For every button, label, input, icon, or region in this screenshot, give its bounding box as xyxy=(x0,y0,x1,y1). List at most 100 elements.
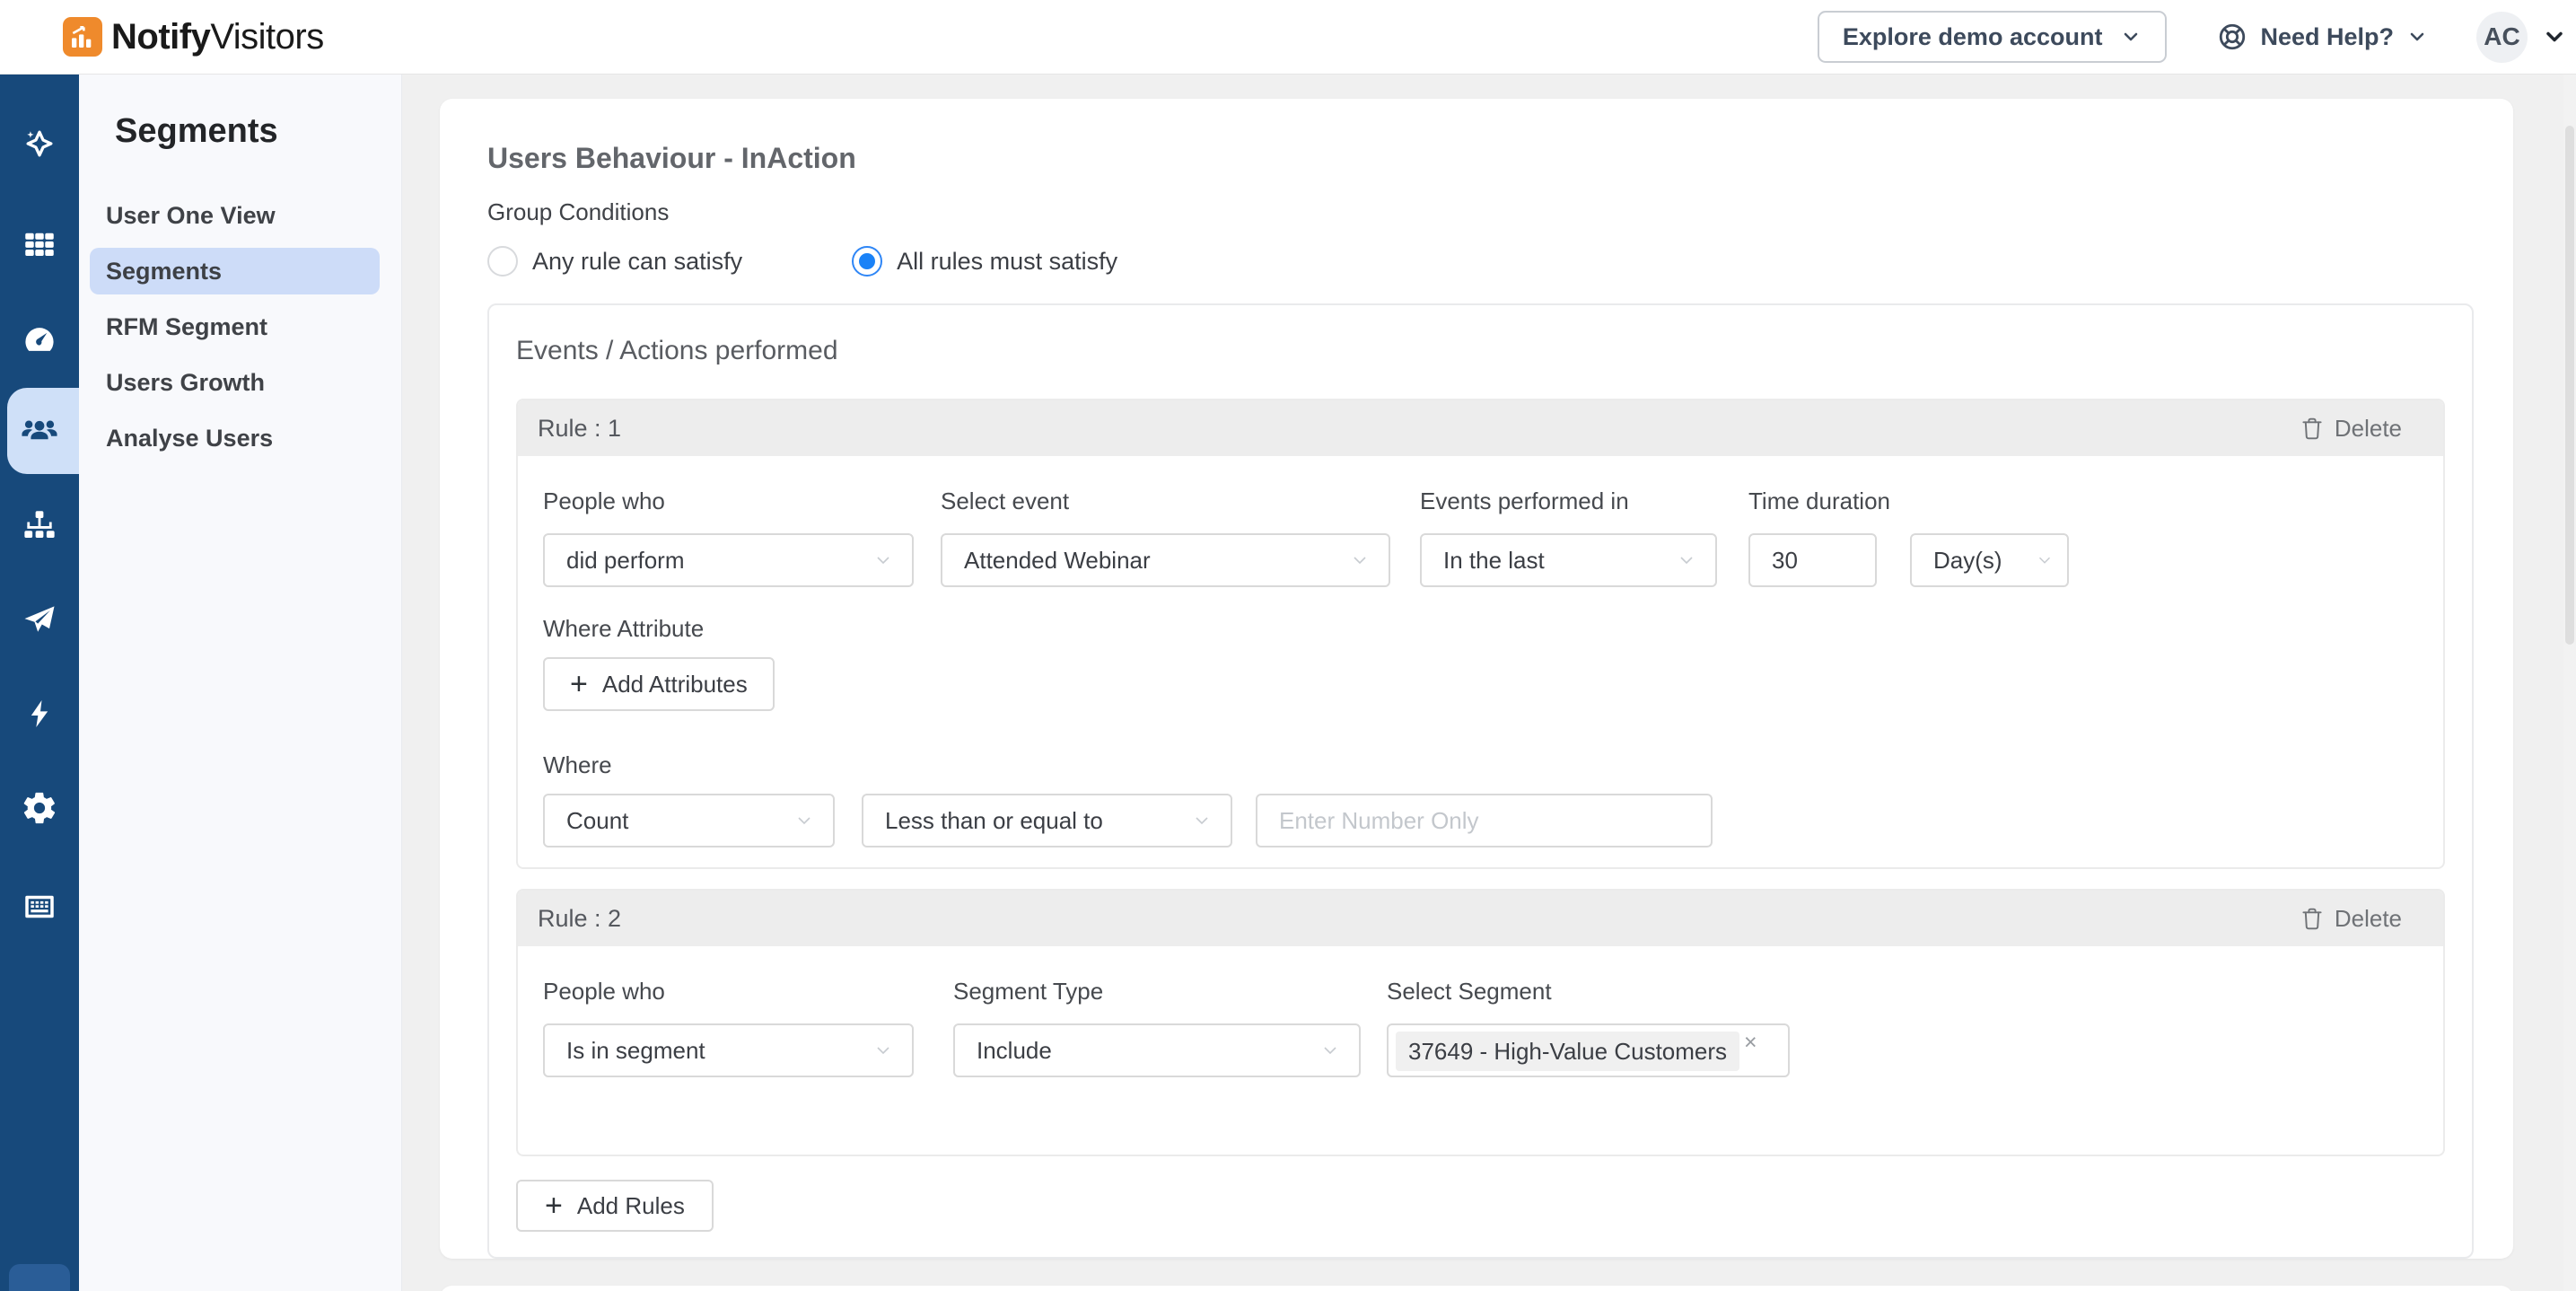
select-event-label: Select event xyxy=(941,487,1390,515)
rule-1-title: Rule : 1 xyxy=(538,415,621,443)
events-performed-in-value: In the last xyxy=(1443,547,1676,575)
events-performed-in-label: Events performed in xyxy=(1420,487,1717,515)
rail-item-billing[interactable] xyxy=(0,882,79,932)
rail-item-campaigns[interactable] xyxy=(0,594,79,645)
rail-item-audience[interactable] xyxy=(0,406,79,456)
rule-2-box: Rule : 2 Delete People who xyxy=(516,889,2445,1156)
rail-item-dashboard[interactable] xyxy=(0,314,79,364)
rule-2-delete-button[interactable]: Delete xyxy=(2301,905,2402,933)
segment-type-label: Segment Type xyxy=(953,977,1361,1006)
chevron-down-icon xyxy=(872,1040,894,1061)
time-unit-select[interactable]: Day(s) xyxy=(1910,533,2069,587)
select-event-select[interactable]: Attended Webinar xyxy=(941,533,1390,587)
tag-remove-icon[interactable]: × xyxy=(1744,1032,1757,1054)
sidebar-item-analyse-users[interactable]: Analyse Users xyxy=(90,415,380,461)
topbar-actions: Explore demo account Need Help? AC xyxy=(1818,11,2567,63)
rail-item-automation[interactable] xyxy=(0,689,79,739)
where-metric-select[interactable]: Count xyxy=(543,794,835,847)
chevron-down-icon xyxy=(1349,549,1371,571)
grid-icon xyxy=(21,225,58,263)
chevron-down-icon xyxy=(2035,550,2055,570)
paper-plane-icon xyxy=(20,600,59,639)
time-duration-label: Time duration xyxy=(1748,487,1890,515)
sidebar-item-segments[interactable]: Segments xyxy=(90,248,380,294)
account-chevron-icon[interactable] xyxy=(2542,24,2567,49)
add-rules-label: Add Rules xyxy=(577,1192,685,1220)
add-rules-button[interactable]: + Add Rules xyxy=(516,1180,714,1232)
rail-item-settings[interactable] xyxy=(0,783,79,833)
explore-demo-account-label: Explore demo account xyxy=(1843,23,2103,51)
rule-2-delete-label: Delete xyxy=(2335,905,2402,933)
trash-icon xyxy=(2301,907,2323,931)
where-operator-select[interactable]: Less than or equal to xyxy=(862,794,1232,847)
time-duration-input[interactable] xyxy=(1748,533,1877,587)
segment-type-select[interactable]: Include xyxy=(953,1023,1361,1077)
brand-name-light: Visitors xyxy=(210,17,323,57)
rule-1-delete-button[interactable]: Delete xyxy=(2301,415,2402,443)
rail-item-apps[interactable] xyxy=(0,219,79,269)
where-label: Where xyxy=(543,751,2416,779)
topbar: NotifyVisitors Explore demo account Need… xyxy=(0,0,2576,75)
time-unit-label xyxy=(1910,487,2069,515)
segment-people-who-select[interactable]: Is in segment xyxy=(543,1023,914,1077)
people-who-label: People who xyxy=(543,487,914,515)
segment-editor-card: Users Behaviour - InAction Group Conditi… xyxy=(440,99,2513,1259)
rule-2-title: Rule : 2 xyxy=(538,905,621,933)
add-attributes-button[interactable]: + Add Attributes xyxy=(543,657,775,711)
radio-any-rule-label: Any rule can satisfy xyxy=(532,248,742,276)
plus-icon: + xyxy=(570,669,588,699)
chevron-down-icon xyxy=(872,549,894,571)
explore-demo-account-button[interactable]: Explore demo account xyxy=(1818,11,2168,63)
rail-item-funnels[interactable] xyxy=(0,500,79,550)
sidebar-item-users-growth[interactable]: Users Growth xyxy=(90,359,380,406)
radio-all-rules[interactable]: All rules must satisfy xyxy=(852,246,1117,277)
radio-all-rules-control[interactable] xyxy=(852,246,882,277)
brand-name-bold: Notify xyxy=(111,17,210,57)
group-conditions-label: Group Conditions xyxy=(487,198,2474,226)
brand-logo[interactable]: NotifyVisitors xyxy=(63,17,324,57)
need-help-label: Need Help? xyxy=(2260,23,2394,51)
radio-any-rule-control[interactable] xyxy=(487,246,518,277)
avatar[interactable]: AC xyxy=(2476,12,2528,63)
sidebar-item-rfm-segment[interactable]: RFM Segment xyxy=(90,303,380,350)
select-segment-multiselect[interactable]: 37649 - High-Value Customers × xyxy=(1387,1023,1790,1077)
avatar-initials: AC xyxy=(2484,22,2519,51)
where-operator-value: Less than or equal to xyxy=(885,807,1191,835)
need-help-menu[interactable]: Need Help? xyxy=(2217,22,2428,52)
trash-icon xyxy=(2301,417,2323,441)
app-root: NotifyVisitors Explore demo account Need… xyxy=(0,0,2576,1291)
rule-1-delete-label: Delete xyxy=(2335,415,2402,443)
life-ring-icon xyxy=(2217,22,2247,52)
users-group-icon xyxy=(19,410,60,452)
rule-2-body: People who Is in segment Segment Type In… xyxy=(518,946,2443,1155)
sidebar-item-user-one-view[interactable]: User One View xyxy=(90,192,380,239)
where-attribute-label: Where Attribute xyxy=(543,614,2416,643)
chevron-down-icon xyxy=(1676,549,1697,571)
panel-heading: Events / Actions performed xyxy=(516,336,2445,366)
select-event-value: Attended Webinar xyxy=(964,547,1349,575)
speedometer-icon xyxy=(20,320,59,359)
rule-1-header: Rule : 1 Delete xyxy=(518,400,2443,456)
rail-item-journeys[interactable] xyxy=(0,119,79,169)
chevron-down-icon xyxy=(2406,26,2428,48)
people-who-select[interactable]: did perform xyxy=(543,533,914,587)
radio-any-rule[interactable]: Any rule can satisfy xyxy=(487,246,742,277)
segment-tag: 37649 - High-Value Customers xyxy=(1396,1032,1739,1071)
page-scrollbar[interactable] xyxy=(2563,75,2576,1291)
events-performed-in-select[interactable]: In the last xyxy=(1420,533,1717,587)
brand-name: NotifyVisitors xyxy=(111,17,324,57)
people-who-value: did perform xyxy=(566,547,872,575)
rule-1-box: Rule : 1 Delete People who xyxy=(516,399,2445,869)
chevron-down-icon xyxy=(2120,26,2142,48)
next-section-card xyxy=(440,1286,2513,1291)
select-segment-label: Select Segment xyxy=(1387,977,1790,1006)
rule-1-body: People who did perform Select event Atte… xyxy=(518,456,2443,867)
sparkle-icon xyxy=(20,124,59,163)
scrollbar-thumb[interactable] xyxy=(2565,126,2574,645)
chevron-down-icon xyxy=(793,810,815,831)
people-who-label: People who xyxy=(543,977,914,1006)
events-actions-panel: Events / Actions performed Rule : 1 Dele… xyxy=(487,303,2474,1259)
segment-type-value: Include xyxy=(977,1037,1319,1065)
radio-all-rules-label: All rules must satisfy xyxy=(897,248,1117,276)
where-value-input[interactable] xyxy=(1256,794,1713,847)
